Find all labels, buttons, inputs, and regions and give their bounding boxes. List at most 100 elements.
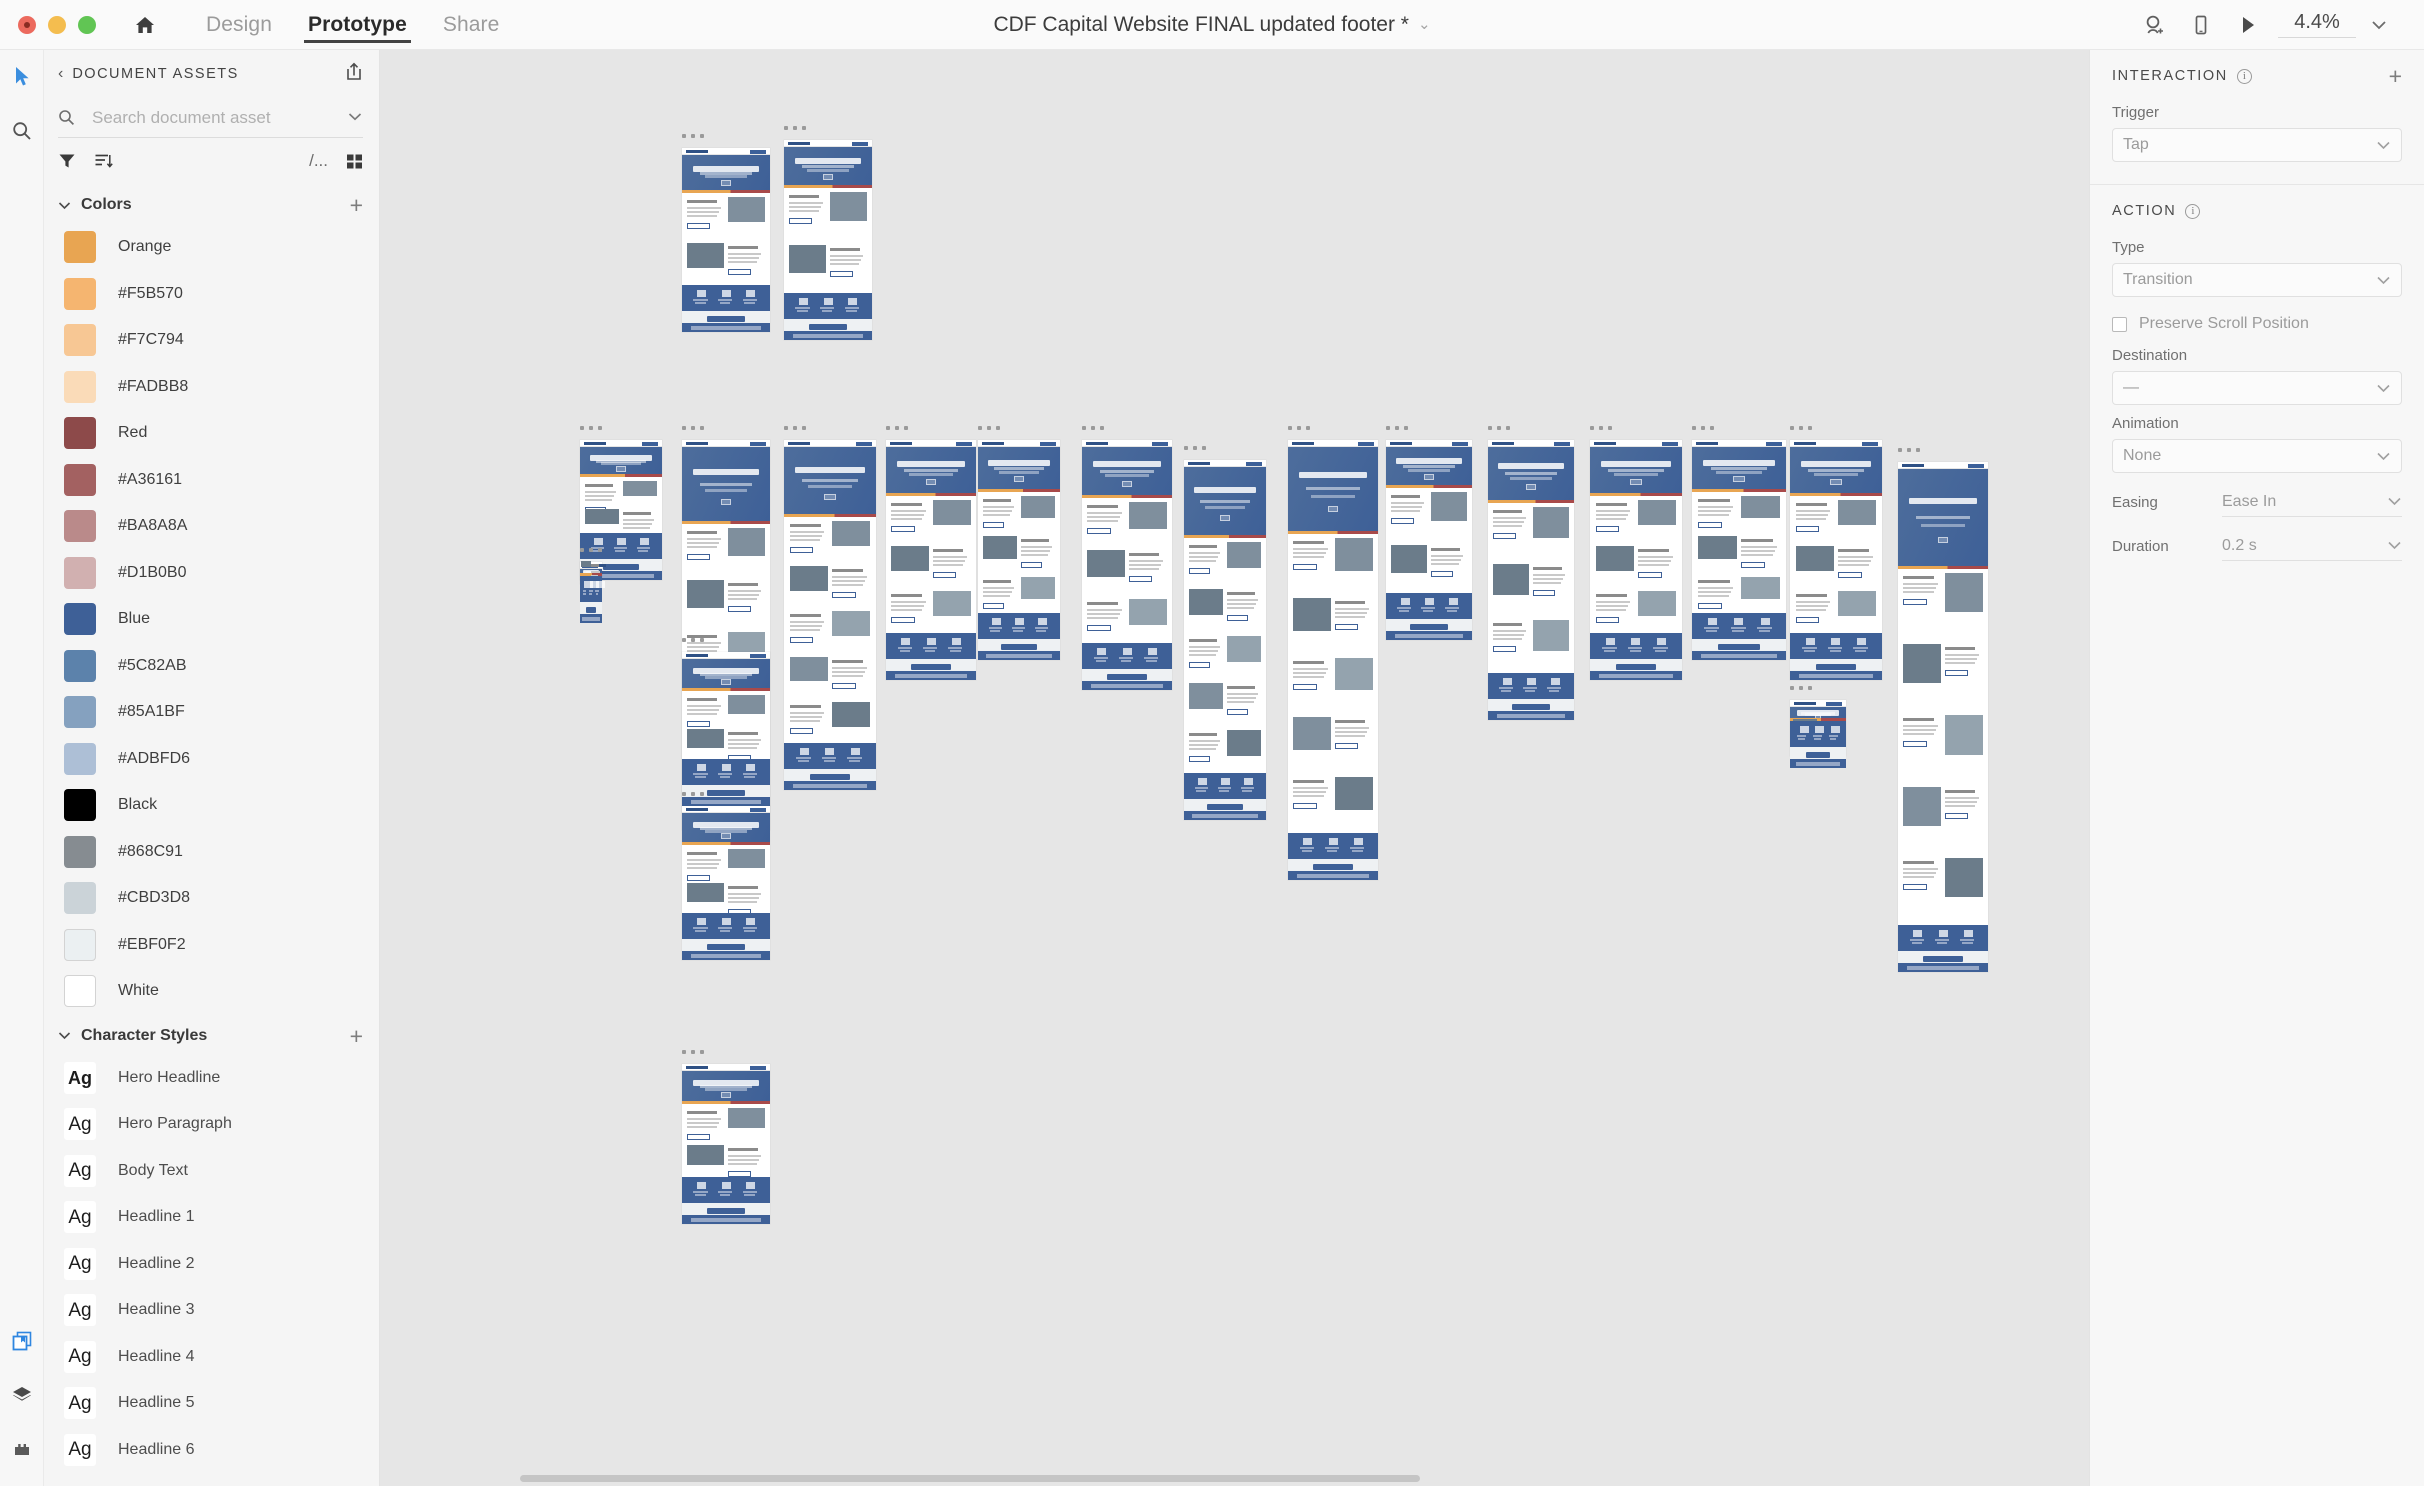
character-style-row[interactable]: Ag Headline 4	[44, 1334, 379, 1381]
color-swatch[interactable]	[64, 603, 96, 636]
grid-view-icon[interactable]	[346, 146, 363, 176]
duration-select[interactable]: 0.2 s	[2222, 531, 2402, 561]
artboard-name-label[interactable]	[682, 426, 704, 430]
color-asset-row[interactable]: Black	[44, 782, 379, 829]
document-title-chevron-icon[interactable]: ⌄	[1418, 16, 1431, 33]
color-asset-row[interactable]: #D1B0B0	[44, 550, 379, 597]
color-swatch[interactable]	[64, 510, 96, 543]
color-asset-row[interactable]: #F5B570	[44, 271, 379, 318]
artboard-ministry[interactable]	[1386, 426, 1472, 640]
color-swatch[interactable]	[64, 370, 96, 403]
add-interaction-button[interactable]: +	[2389, 65, 2402, 88]
color-asset-row[interactable]: #F7C794	[44, 317, 379, 364]
artboard-name-label[interactable]	[682, 134, 704, 138]
artboard-styleguide-thumb[interactable]	[580, 548, 606, 623]
color-swatch[interactable]	[64, 975, 96, 1008]
color-asset-row[interactable]: Blue	[44, 596, 379, 643]
artboard-article[interactable]	[1184, 446, 1266, 820]
character-style-row[interactable]: Ag Headline 5	[44, 1380, 379, 1427]
character-style-row[interactable]: Ag Hero Headline	[44, 1055, 379, 1102]
artboard-blog-long[interactable]	[1898, 448, 1988, 972]
artboard-name-label[interactable]	[1184, 446, 1206, 450]
color-swatch[interactable]	[64, 417, 96, 450]
color-swatch[interactable]	[64, 649, 96, 682]
assets-panel-icon[interactable]	[0, 1314, 44, 1368]
artboard-name-label[interactable]	[1386, 426, 1408, 430]
color-swatch[interactable]	[64, 556, 96, 589]
play-preview-icon[interactable]	[2224, 5, 2270, 45]
color-swatch[interactable]	[64, 696, 96, 729]
color-swatch[interactable]	[64, 231, 96, 264]
character-styles-section-header[interactable]: Character Styles +	[44, 1015, 379, 1055]
artboard-name-label[interactable]	[682, 638, 704, 642]
colors-section-header[interactable]: Colors +	[44, 184, 379, 224]
color-swatch[interactable]	[64, 882, 96, 915]
artboard-home-2[interactable]	[682, 638, 770, 806]
color-asset-row[interactable]: #A36161	[44, 457, 379, 504]
artboard-rates[interactable]	[1692, 426, 1786, 660]
artboard-team[interactable]	[886, 426, 976, 680]
add-character-style-button[interactable]: +	[350, 1024, 363, 1047]
artboard-name-label[interactable]	[978, 426, 1000, 430]
design-canvas[interactable]	[380, 50, 2089, 1486]
artboard-news[interactable]	[1082, 426, 1172, 690]
select-tool-icon[interactable]	[0, 50, 44, 104]
artboard-home-3[interactable]	[682, 792, 770, 960]
artboard-name-label[interactable]	[1790, 426, 1812, 430]
color-asset-row[interactable]: #BA8A8A	[44, 503, 379, 550]
color-swatch[interactable]	[64, 324, 96, 357]
color-asset-row[interactable]: Red	[44, 410, 379, 457]
color-swatch[interactable]	[64, 789, 96, 822]
color-asset-row[interactable]: #5C82AB	[44, 643, 379, 690]
layers-panel-icon[interactable]	[0, 1368, 44, 1422]
artboard-services[interactable]	[978, 426, 1060, 660]
canvas-horizontal-scrollbar[interactable]	[520, 1475, 1420, 1482]
zoom-tool-icon[interactable]	[0, 104, 44, 158]
artboard-name-label[interactable]	[886, 426, 908, 430]
destination-select[interactable]: —	[2112, 371, 2402, 405]
preserve-scroll-row[interactable]: Preserve Scroll Position	[2090, 297, 2424, 337]
artboard-giving[interactable]	[1590, 426, 1682, 680]
artboard-home-4[interactable]	[682, 1050, 770, 1224]
preserve-scroll-checkbox[interactable]	[2112, 316, 2127, 332]
action-info-icon[interactable]: i	[2185, 203, 2201, 219]
filter-icon[interactable]	[58, 146, 76, 176]
tab-share[interactable]: Share	[425, 0, 518, 50]
artboard-name-label[interactable]	[784, 426, 806, 430]
character-style-row[interactable]: Ag Headline 2	[44, 1241, 379, 1288]
color-swatch[interactable]	[64, 742, 96, 775]
color-asset-row[interactable]: #ADBFD6	[44, 736, 379, 783]
artboard-name-label[interactable]	[1898, 448, 1920, 452]
artboard-styleguide[interactable]	[580, 426, 662, 580]
character-style-row[interactable]: Ag Body Text	[44, 1148, 379, 1195]
back-chevron-icon[interactable]: ‹	[58, 65, 63, 83]
artboard-name-label[interactable]	[682, 792, 704, 796]
artboard-name-label[interactable]	[580, 548, 602, 552]
zoom-chevron-icon[interactable]	[2356, 5, 2402, 45]
color-asset-row[interactable]: #CBD3D8	[44, 875, 379, 922]
easing-select[interactable]: Ease In	[2222, 487, 2402, 517]
color-asset-row[interactable]: #868C91	[44, 829, 379, 876]
artboard-name-label[interactable]	[784, 126, 806, 130]
share-export-icon[interactable]	[345, 62, 363, 86]
color-swatch[interactable]	[64, 463, 96, 496]
artboard-resources[interactable]	[1288, 426, 1378, 880]
artboard-about[interactable]	[784, 426, 876, 790]
color-asset-row[interactable]: Orange	[44, 224, 379, 271]
maximize-window-button[interactable]	[78, 15, 96, 34]
artboard-workshop[interactable]	[1790, 426, 1882, 680]
character-style-row[interactable]: Ag Headline 6	[44, 1427, 379, 1474]
minimize-window-button[interactable]	[48, 15, 66, 34]
artboard-name-label[interactable]	[1082, 426, 1104, 430]
tab-design[interactable]: Design	[188, 0, 290, 50]
artboard-mission[interactable]	[1488, 426, 1574, 720]
color-asset-row[interactable]: #FADBB8	[44, 364, 379, 411]
character-style-row[interactable]: Ag Headline 3	[44, 1287, 379, 1334]
character-styles-caret-icon[interactable]	[58, 1031, 71, 1040]
animation-select[interactable]: None	[2112, 439, 2402, 473]
color-asset-row[interactable]: #EBF0F2	[44, 922, 379, 969]
close-window-button[interactable]	[18, 15, 36, 34]
character-style-row[interactable]: Ag Hero Paragraph	[44, 1101, 379, 1148]
color-swatch[interactable]	[64, 835, 96, 868]
home-icon[interactable]	[130, 10, 160, 40]
